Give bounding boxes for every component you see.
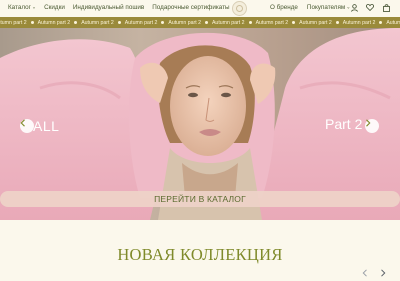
slider-next-button[interactable] — [365, 119, 379, 133]
hero-word-right: Part 2 — [325, 116, 363, 132]
hero-word-left: ALL — [33, 118, 60, 134]
user-icon[interactable] — [350, 3, 358, 12]
nav-left: Каталог⌄ Скидки Индивидуальный пошив Под… — [8, 4, 230, 11]
ticker-text: Autumn part 2 — [168, 19, 201, 26]
ticker-track: Autumn part 2 Autumn part 2 Autumn part 2 A… — [0, 20, 400, 26]
ticker-text: Autumn part 2 — [386, 19, 400, 26]
go-to-catalog-button[interactable]: ПЕРЕЙТИ В КАТАЛОГ — [0, 191, 400, 207]
dot-separator-icon — [117, 21, 121, 24]
dot-separator-icon — [379, 21, 383, 24]
collection-prev-button[interactable] — [360, 268, 369, 277]
chevron-right-icon — [366, 119, 371, 127]
nav-custom-tailoring[interactable]: Индивидуальный пошив — [73, 4, 144, 11]
ticker-item: Autumn part 2 — [256, 20, 296, 26]
dot-separator-icon — [248, 21, 252, 24]
dot-separator-icon — [204, 21, 208, 24]
ticker-item: Autumn part 2 — [343, 20, 383, 26]
ticker-text: Autumn part 2 — [37, 19, 71, 26]
ticker-text: Autumn part 2 — [124, 19, 158, 26]
dot-separator-icon — [30, 21, 34, 24]
top-nav: Каталог⌄ Скидки Индивидуальный пошив Под… — [0, 0, 400, 17]
ticker-text: Autumn part 2 — [81, 19, 114, 26]
nav-icons — [350, 3, 390, 12]
dot-separator-icon — [74, 21, 78, 24]
nav-customers[interactable]: Покупателям⌄ — [307, 4, 351, 11]
ticker-item: Autumn part 2 — [125, 20, 165, 26]
ticker-item: Autumn part 2 — [299, 20, 339, 26]
ticker-text: Autumn part 2 — [211, 19, 245, 26]
logo-mark — [236, 5, 243, 12]
chevron-right-icon — [380, 268, 385, 277]
dot-separator-icon — [335, 21, 339, 24]
nav-catalog-label: Каталог — [8, 4, 31, 11]
ticker-text: Autumn part 2 — [299, 19, 332, 26]
ticker-item: Autumn part 2 — [212, 20, 252, 26]
nav-gift-certificates[interactable]: Подарочные сертификаты — [152, 4, 229, 11]
brand-logo[interactable] — [232, 1, 247, 16]
chevron-left-icon — [362, 268, 367, 277]
dot-separator-icon — [292, 21, 296, 24]
nav-about-brand[interactable]: О бренде — [270, 4, 298, 11]
heart-icon[interactable] — [366, 3, 374, 12]
ticker-text: Autumn part 2 — [342, 19, 376, 26]
nav-right: О бренде Покупателям⌄ — [270, 4, 350, 11]
chevron-down-icon: ⌄ — [31, 4, 37, 11]
ticker-item: Autumn part 2 — [168, 20, 208, 26]
ticker-item: Autumn part 2 — [0, 20, 34, 26]
ticker-item: Autumn part 2 — [81, 20, 121, 26]
hero-banner: ALL Part 2 ПЕРЕЙТИ В КАТАЛОГ — [0, 28, 400, 220]
bag-icon[interactable] — [382, 3, 390, 12]
nav-customers-label: Покупателям — [306, 4, 346, 11]
chevron-left-icon — [20, 119, 25, 127]
ticker-item: Autumn part 2 — [386, 20, 400, 26]
promo-ticker: Autumn part 2 Autumn part 2 Autumn part 2 A… — [0, 17, 400, 28]
dot-separator-icon — [161, 21, 165, 24]
collection-next-button[interactable] — [378, 268, 387, 277]
slider-prev-button[interactable] — [20, 119, 34, 133]
nav-catalog[interactable]: Каталог⌄ — [8, 4, 36, 11]
nav-discounts[interactable]: Скидки — [44, 4, 65, 11]
ticker-item: Autumn part 2 — [38, 20, 78, 26]
ticker-text: Autumn part 2 — [255, 19, 289, 26]
new-collection-title: НОВАЯ КОЛЛЕКЦИЯ — [117, 245, 283, 264]
ticker-text: Autumn part 2 — [0, 19, 27, 26]
